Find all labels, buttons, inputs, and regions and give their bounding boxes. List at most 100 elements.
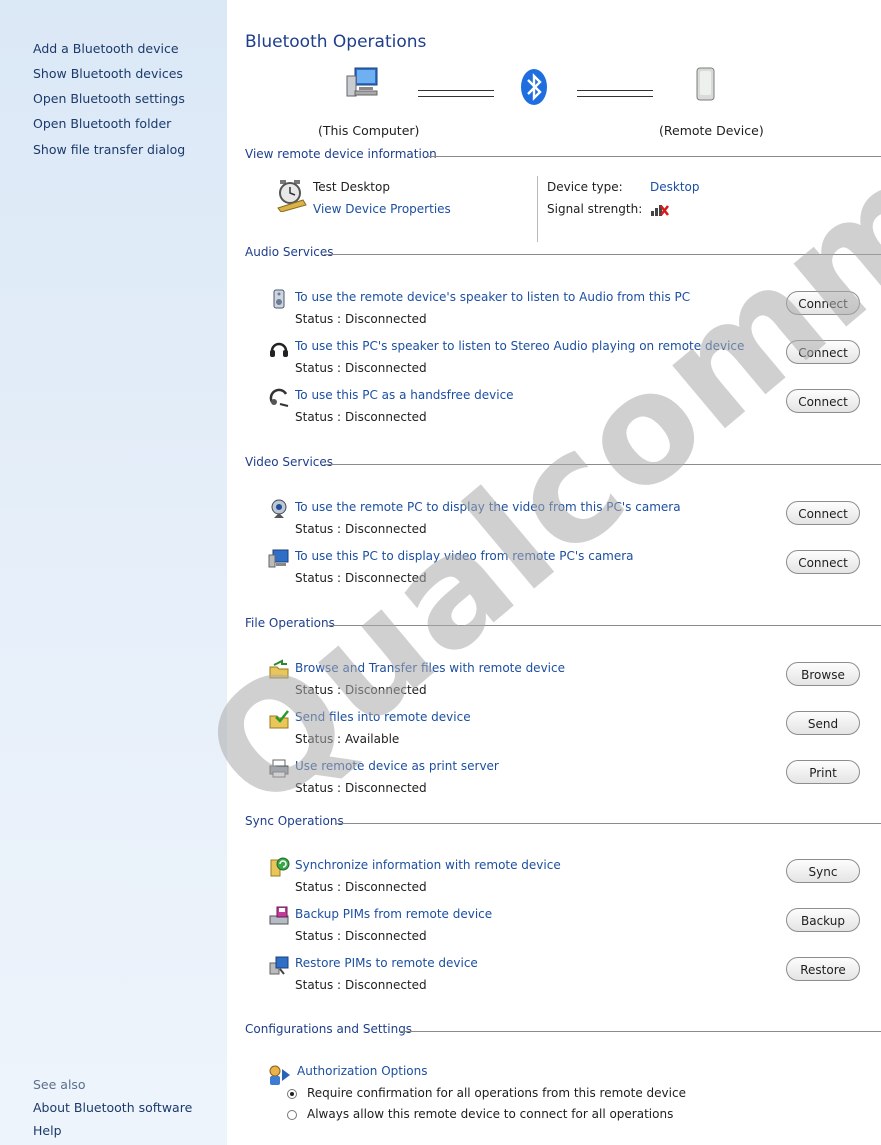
send-button[interactable]: Send (786, 711, 860, 735)
status-label: Status : (295, 361, 342, 375)
monitor-video-icon (268, 549, 289, 568)
sync-operations-link-0[interactable]: Synchronize information with remote devi… (295, 858, 561, 872)
video-services-heading: Video Services (245, 455, 334, 469)
connect-button[interactable]: Connect (786, 501, 860, 525)
restore-button[interactable]: Restore (786, 957, 860, 981)
status-label: Status : (295, 410, 342, 424)
bluetooth-icon (521, 69, 547, 105)
status-line: Status : Disconnected (295, 929, 427, 943)
open-folder-link[interactable]: Open Bluetooth folder (33, 116, 171, 131)
status-label: Status : (295, 978, 342, 992)
status-value: Disconnected (345, 929, 427, 943)
device-clock-icon (277, 180, 307, 212)
status-line: Status : Disconnected (295, 361, 427, 375)
file-operations-heading: File Operations (245, 616, 335, 630)
info-separator (537, 176, 538, 242)
connect-button[interactable]: Connect (786, 389, 860, 413)
video-services-link-1[interactable]: To use this PC to display video from rem… (295, 549, 634, 563)
sync-operations-link-2[interactable]: Restore PIMs to remote device (295, 956, 478, 970)
backup-button[interactable]: Backup (786, 908, 860, 932)
status-line: Status : Disconnected (295, 571, 427, 585)
audio-services-link-0[interactable]: To use the remote device's speaker to li… (295, 290, 690, 304)
sync-icon (270, 857, 290, 877)
section-divider (328, 625, 881, 626)
status-label: Status : (295, 522, 342, 536)
about-software-link[interactable]: About Bluetooth software (33, 1100, 192, 1115)
sync-button[interactable]: Sync (786, 859, 860, 883)
link-line-right-2 (577, 96, 653, 97)
audio-services-link-1[interactable]: To use this PC's speaker to listen to St… (295, 339, 744, 353)
status-line: Status : Disconnected (295, 312, 427, 326)
status-value: Disconnected (345, 781, 427, 795)
sync-operations-section: Sync Operations (245, 814, 881, 830)
sync-operations-link-1[interactable]: Backup PIMs from remote device (295, 907, 492, 921)
help-link[interactable]: Help (33, 1123, 62, 1138)
status-value: Disconnected (345, 410, 427, 424)
connect-button[interactable]: Connect (786, 340, 860, 364)
folder-send-icon (269, 710, 289, 729)
remote-device-label: (Remote Device) (659, 123, 764, 138)
status-value: Disconnected (345, 683, 427, 697)
webcam-icon (271, 499, 287, 518)
file-operations-section: File Operations (245, 616, 881, 632)
signal-strength-label: Signal strength: (547, 202, 643, 216)
status-value: Disconnected (345, 880, 427, 894)
config-heading: Configurations and Settings (245, 1022, 413, 1036)
signal-strength-icon (651, 205, 669, 216)
status-line: Status : Available (295, 732, 399, 746)
sync-operations-heading: Sync Operations (245, 814, 344, 828)
connect-button[interactable]: Connect (786, 291, 860, 315)
always-allow-radio[interactable] (287, 1110, 297, 1120)
status-line: Status : Disconnected (295, 522, 427, 536)
status-value: Available (345, 732, 400, 746)
config-section: Configurations and Settings (245, 1022, 881, 1038)
link-line-left-2 (418, 96, 494, 97)
device-name: Test Desktop (313, 180, 390, 194)
require-confirmation-radio[interactable] (287, 1089, 297, 1099)
section-divider (335, 823, 881, 824)
file-operations-link-1[interactable]: Send files into remote device (295, 710, 471, 724)
printer-icon (269, 759, 289, 778)
audio-services-link-2[interactable]: To use this PC as a handsfree device (295, 388, 514, 402)
headphones-icon (270, 342, 288, 357)
file-operations-link-2[interactable]: Use remote device as print server (295, 759, 499, 773)
video-services-link-0[interactable]: To use the remote PC to display the vide… (295, 500, 681, 514)
remote-info-section: View remote device information (245, 147, 881, 163)
status-value: Disconnected (345, 978, 427, 992)
open-settings-link[interactable]: Open Bluetooth settings (33, 91, 185, 106)
status-line: Status : Disconnected (295, 781, 427, 795)
section-divider (324, 254, 881, 255)
section-divider (426, 156, 881, 157)
remote-device-icon (696, 67, 715, 101)
authorization-options-link[interactable]: Authorization Options (297, 1064, 428, 1078)
device-type-label: Device type: (547, 180, 623, 194)
file-operations-link-0[interactable]: Browse and Transfer files with remote de… (295, 661, 565, 675)
status-label: Status : (295, 683, 342, 697)
status-line: Status : Disconnected (295, 978, 427, 992)
print-button[interactable]: Print (786, 760, 860, 784)
main-panel: Bluetooth Operations (This Computer) (Re… (227, 0, 881, 1145)
status-label: Status : (295, 781, 342, 795)
status-label: Status : (295, 732, 342, 746)
folder-transfer-icon (269, 659, 289, 679)
file-transfer-dialog-link[interactable]: Show file transfer dialog (33, 142, 185, 157)
status-value: Disconnected (345, 361, 427, 375)
headset-icon (269, 388, 289, 407)
browse-button[interactable]: Browse (786, 662, 860, 686)
status-line: Status : Disconnected (295, 880, 427, 894)
status-value: Disconnected (345, 571, 427, 585)
audio-services-section: Audio Services (245, 245, 881, 261)
link-line-left (418, 90, 494, 91)
add-device-link[interactable]: Add a Bluetooth device (33, 41, 179, 56)
view-properties-link[interactable]: View Device Properties (313, 202, 451, 216)
audio-services-heading: Audio Services (245, 245, 334, 259)
page-title: Bluetooth Operations (245, 32, 427, 52)
status-label: Status : (295, 312, 342, 326)
restore-icon (269, 956, 289, 975)
see-also-heading: See also (33, 1077, 86, 1092)
connect-button[interactable]: Connect (786, 550, 860, 574)
remote-info-heading: View remote device information (245, 147, 437, 161)
show-devices-link[interactable]: Show Bluetooth devices (33, 66, 183, 81)
always-allow-label: Always allow this remote device to conne… (307, 1107, 674, 1121)
section-divider (324, 464, 881, 465)
